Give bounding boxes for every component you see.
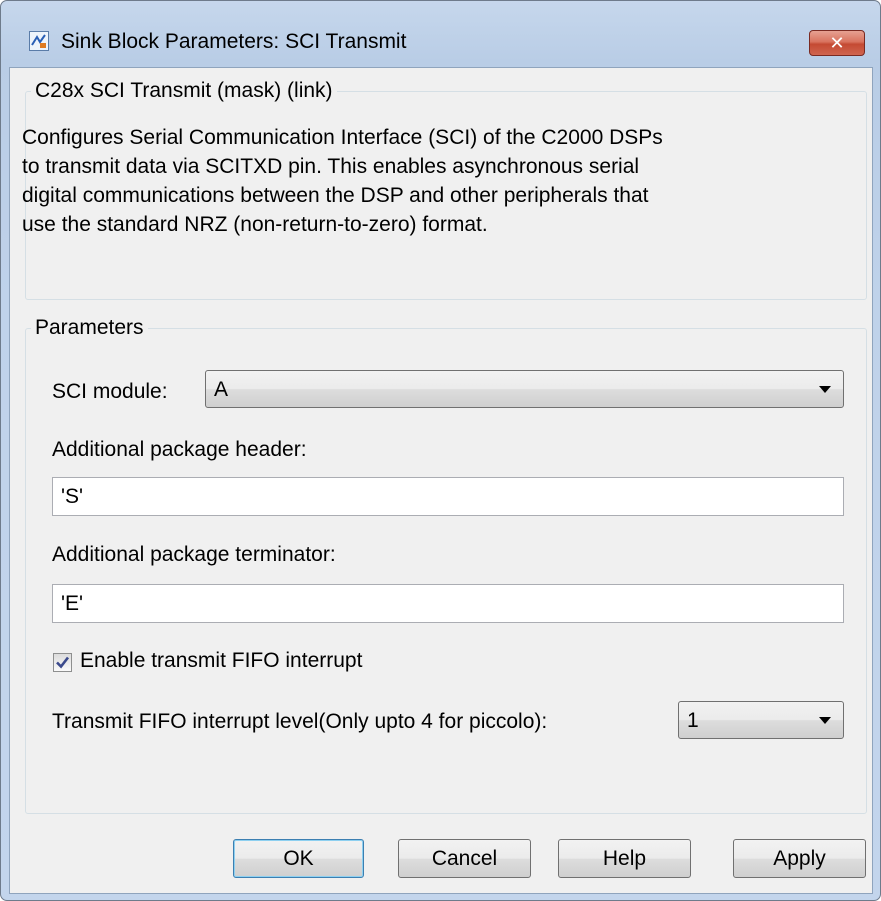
dialog-window: Sink Block Parameters: SCI Transmit ✕ C2…	[0, 0, 881, 901]
close-icon: ✕	[829, 32, 845, 54]
sci-module-dropdown[interactable]: A	[205, 370, 844, 408]
description-line: to transmit data via SCITXD pin. This en…	[22, 155, 640, 178]
sci-module-value: A	[214, 378, 229, 401]
parameters-group-title: Parameters	[35, 316, 144, 339]
header-label: Additional package header:	[52, 438, 307, 461]
header-input[interactable]: 'S'	[52, 477, 844, 516]
terminator-input[interactable]: 'E'	[52, 584, 844, 623]
chevron-down-icon	[819, 717, 831, 724]
window-title: Sink Block Parameters: SCI Transmit	[61, 30, 407, 53]
mask-group-title: C28x SCI Transmit (mask) (link)	[35, 79, 333, 102]
description-line: Configures Serial Communication Interfac…	[22, 126, 663, 149]
fifo-level-dropdown[interactable]: 1	[678, 701, 844, 739]
fifo-enable-label[interactable]: Enable transmit FIFO interrupt	[80, 649, 362, 673]
dialog-client-area: C28x SCI Transmit (mask) (link) Configur…	[9, 67, 873, 894]
mask-description: Configures Serial Communication Interfac…	[22, 123, 822, 239]
description-line: use the standard NRZ (non-return-to-zero…	[22, 213, 488, 236]
sci-module-label: SCI module:	[52, 380, 168, 403]
title-bar[interactable]: Sink Block Parameters: SCI Transmit ✕	[1, 1, 880, 56]
help-button[interactable]: Help	[558, 839, 691, 878]
fifo-enable-checkbox[interactable]	[53, 653, 72, 672]
fifo-level-value: 1	[687, 709, 699, 732]
apply-button[interactable]: Apply	[733, 839, 866, 878]
description-line: digital communications between the DSP a…	[22, 184, 649, 207]
terminator-label: Additional package terminator:	[52, 543, 336, 566]
simulink-block-icon	[29, 31, 49, 51]
chevron-down-icon	[819, 386, 831, 393]
fifo-level-label: Transmit FIFO interrupt level(Only upto …	[52, 710, 548, 733]
close-button[interactable]: ✕	[809, 30, 865, 56]
cancel-button[interactable]: Cancel	[398, 839, 531, 878]
ok-button[interactable]: OK	[233, 839, 364, 878]
checkmark-icon	[56, 656, 70, 669]
